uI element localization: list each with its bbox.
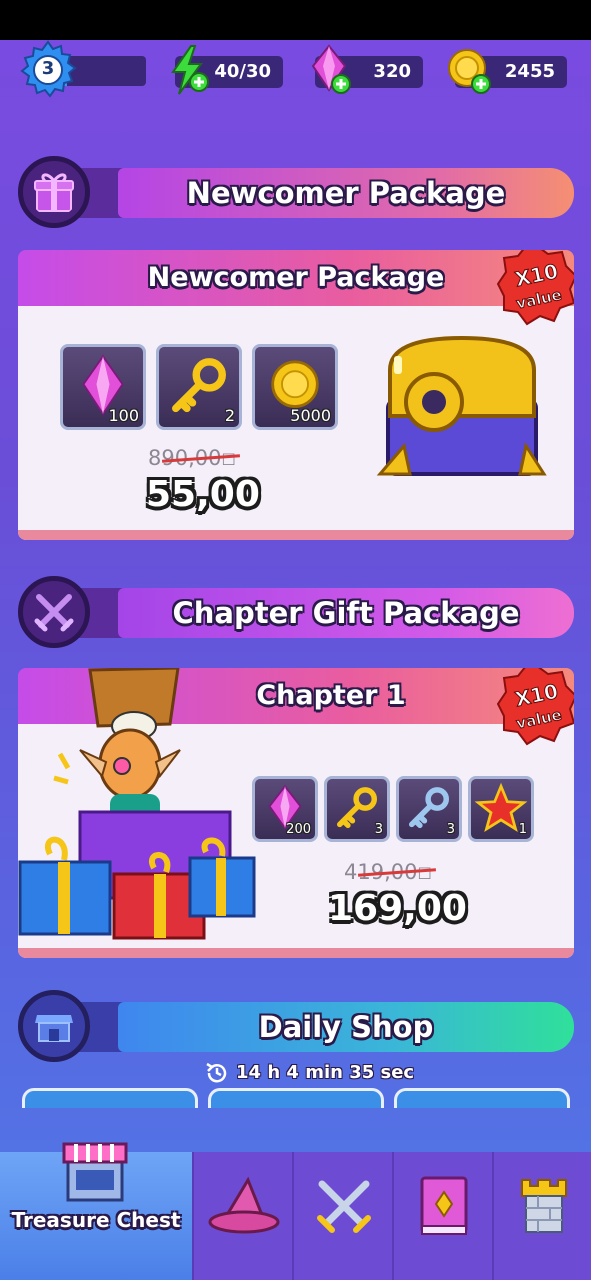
reward-item: 3 bbox=[324, 776, 390, 842]
nav-tab-battle[interactable] bbox=[292, 1152, 392, 1280]
swords-badge bbox=[18, 576, 90, 648]
card-title: Newcomer Package bbox=[147, 262, 445, 293]
nav-tab-hero[interactable] bbox=[192, 1152, 292, 1280]
resource-bar: 3 40/30 320 2455 bbox=[0, 40, 591, 100]
timer-text: 14 h 4 min 35 sec bbox=[236, 1062, 415, 1083]
coin-icon bbox=[448, 49, 491, 94]
chapter-section-header: Chapter Gift Package bbox=[18, 576, 578, 648]
section-title: Daily Shop bbox=[258, 1010, 434, 1044]
nav-label: Treasure Chest bbox=[11, 1208, 181, 1232]
tower-icon bbox=[521, 1179, 567, 1233]
gem-counter[interactable]: 320 bbox=[311, 44, 423, 94]
coin-value: 2455 bbox=[504, 61, 555, 82]
item-count: 5000 bbox=[290, 406, 331, 425]
treasure-chest-icon bbox=[376, 335, 547, 476]
shop-badge bbox=[18, 990, 90, 1062]
gem-value: 320 bbox=[373, 61, 411, 82]
item-count: 200 bbox=[286, 822, 311, 837]
character-gift-illustration bbox=[18, 668, 256, 940]
reward-item: 5000 bbox=[252, 344, 338, 430]
energy-value: 40/30 bbox=[214, 61, 271, 82]
nav-tab-book[interactable] bbox=[392, 1152, 492, 1280]
reward-item: 1 bbox=[468, 776, 534, 842]
section-title: Chapter Gift Package bbox=[172, 596, 520, 630]
item-count: 1 bbox=[518, 822, 527, 837]
reward-item: 100 bbox=[60, 344, 146, 430]
sale-price[interactable]: 169,00 bbox=[328, 888, 467, 929]
wizard-hat-icon bbox=[208, 1176, 280, 1234]
reward-item: 200 bbox=[252, 776, 318, 842]
nav-tab-castle[interactable] bbox=[492, 1152, 591, 1280]
gift-icon bbox=[34, 173, 74, 212]
shop-slot[interactable] bbox=[208, 1088, 384, 1108]
original-price: 890,00☐ bbox=[148, 446, 241, 470]
gift-badge bbox=[18, 156, 90, 228]
energy-counter[interactable]: 40/30 bbox=[171, 45, 283, 95]
shop-slot[interactable] bbox=[394, 1088, 570, 1108]
shop-icon bbox=[35, 1015, 73, 1042]
crossed-swords-icon bbox=[317, 1180, 371, 1233]
nav-tab-treasure-chest[interactable]: Treasure Chest bbox=[0, 1142, 192, 1280]
shop-slot[interactable] bbox=[22, 1088, 198, 1108]
newcomer-package-card[interactable]: Newcomer Package 100 2 5000 890,00☐ 55,0… bbox=[18, 250, 574, 540]
gem-icon bbox=[311, 44, 351, 94]
clock-refresh-icon bbox=[206, 1062, 227, 1083]
coin-counter[interactable]: 2455 bbox=[448, 49, 567, 94]
x10-value-badge: X10 value bbox=[496, 668, 574, 746]
newcomer-section-header: Newcomer Package bbox=[18, 156, 578, 228]
reward-item: 2 bbox=[156, 344, 242, 430]
daily-shop-section-header: Daily Shop bbox=[18, 990, 578, 1062]
shop-icon bbox=[62, 1142, 128, 1202]
original-price: 419,00☐ bbox=[344, 860, 437, 884]
item-count: 100 bbox=[108, 406, 139, 425]
item-count: 2 bbox=[224, 406, 235, 425]
level-number: 3 bbox=[41, 58, 55, 79]
reward-item: 3 bbox=[396, 776, 462, 842]
daily-shop-timer: 14 h 4 min 35 sec bbox=[200, 1060, 420, 1086]
book-icon bbox=[420, 1176, 468, 1235]
sale-price[interactable]: 55,00 bbox=[146, 474, 260, 515]
item-count: 3 bbox=[446, 822, 455, 837]
section-title: Newcomer Package bbox=[186, 176, 506, 210]
level-indicator[interactable]: 3 bbox=[18, 40, 146, 100]
bottom-nav: Treasure Chest bbox=[0, 1142, 591, 1280]
chapter-gift-card[interactable]: Chapter 1 200 3 3 1 ☐ 169,00 X10 value bbox=[18, 668, 574, 958]
lightning-icon bbox=[171, 45, 209, 95]
crossed-swords-icon bbox=[34, 594, 74, 632]
x10-value-badge: X10 value bbox=[496, 250, 574, 326]
item-count: 3 bbox=[374, 822, 383, 837]
